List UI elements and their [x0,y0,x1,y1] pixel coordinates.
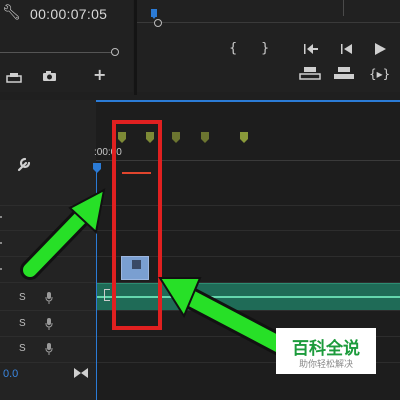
add-icon[interactable]: + [93,67,106,83]
source-timecode[interactable]: 00:00:07:05 [30,6,107,22]
marker-icon[interactable] [240,130,248,143]
watermark-title: 百科全说 [292,339,360,359]
wrench-icon[interactable]: 🔧︎ [2,5,21,20]
watermark-subtitle: 助你轻松解决 [298,360,353,370]
step-back-icon[interactable] [339,42,355,54]
trim-icon[interactable]: {▸} [369,67,390,81]
watermark: 百科全说 助你轻松解决 [276,328,376,374]
marker-icon[interactable] [201,130,209,143]
master-volume-value[interactable]: 0.0 [3,368,18,380]
green-arrow-icon [158,277,291,356]
camera-icon[interactable] [42,69,58,81]
green-arrow-icon [20,188,106,280]
lift-icon[interactable] [299,66,321,80]
extract-icon[interactable] [333,66,355,80]
go-to-in-icon[interactable] [303,42,319,54]
export-frame-icon[interactable] [6,70,24,83]
program-monitor: { } {▸} [137,0,400,92]
play-icon[interactable] [373,42,387,55]
source-monitor: 🔧︎ 00:00:07:05 + [0,0,133,92]
mark-out-icon[interactable]: } [261,42,269,56]
program-tick [343,0,344,16]
source-scrub-bar[interactable] [0,52,112,53]
program-scrub-bar[interactable] [137,22,400,23]
source-zoom-handle[interactable] [111,48,119,56]
bowtie-icon[interactable] [74,365,88,378]
program-in-indicator [151,15,157,17]
mark-in-icon[interactable]: { [229,42,237,56]
program-zoom-handle[interactable] [154,19,162,27]
marker-icon[interactable] [172,130,180,143]
